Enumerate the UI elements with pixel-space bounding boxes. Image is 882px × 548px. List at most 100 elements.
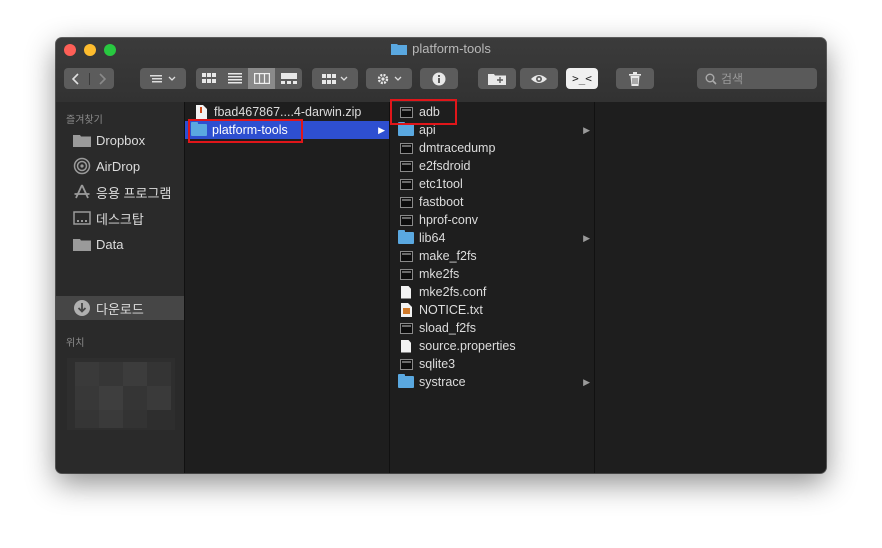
- document-icon: [398, 285, 414, 299]
- list-item[interactable]: mke2fs: [390, 265, 594, 283]
- sidebar-item-label: 데스크탑: [96, 211, 144, 227]
- list-item[interactable]: sload_f2fs: [390, 319, 594, 337]
- disclosure-arrow-icon: ▶: [583, 376, 590, 387]
- search-placeholder: 검색: [721, 72, 744, 86]
- trash-icon: [629, 71, 641, 86]
- file-name: mke2fs.conf: [419, 285, 487, 299]
- executable-icon: [398, 177, 414, 191]
- list-item[interactable]: etc1tool: [390, 175, 594, 193]
- file-name: fastboot: [419, 195, 464, 209]
- list-item[interactable]: hprof-conv: [390, 211, 594, 229]
- forward-button[interactable]: [90, 72, 115, 85]
- airdrop-icon: [72, 157, 92, 175]
- desktop-icon: [72, 209, 92, 227]
- redacted-locations: [67, 358, 175, 430]
- move-to-trash-button[interactable]: [616, 68, 654, 89]
- folder-icon: [398, 374, 414, 389]
- sidebar-item-dropbox[interactable]: Dropbox: [56, 128, 184, 152]
- list-icon: [228, 73, 242, 84]
- sidebar-item-data[interactable]: Data: [56, 232, 184, 256]
- terminal-button[interactable]: >_<: [566, 68, 598, 89]
- quick-look-button[interactable]: [520, 68, 558, 89]
- sidebar-item-applications[interactable]: 응용 프로그램: [56, 180, 184, 204]
- list-item[interactable]: lib64 ▶: [390, 229, 594, 247]
- list-item[interactable]: dmtracedump: [390, 139, 594, 157]
- window-title-text: platform-tools: [412, 41, 491, 56]
- executable-icon: [398, 321, 414, 335]
- sidebar-item-label: 응용 프로그램: [96, 185, 172, 201]
- window-title: platform-tools: [56, 41, 826, 59]
- list-item[interactable]: fastboot: [390, 193, 594, 211]
- locations-header: 위치: [66, 338, 85, 349]
- view-options-button[interactable]: [140, 68, 186, 89]
- executable-icon: [398, 249, 414, 263]
- list-item[interactable]: NOTICE.txt: [390, 301, 594, 319]
- folder-icon: [391, 42, 408, 59]
- eye-icon: [531, 74, 547, 83]
- download-icon: [72, 299, 92, 317]
- chevron-right-icon: [99, 72, 106, 85]
- chevron-left-icon: [72, 72, 79, 85]
- gallery-view-button[interactable]: [275, 68, 302, 89]
- sidebar-item-label: Dropbox: [96, 132, 146, 148]
- text-file-icon: [398, 303, 414, 317]
- list-item[interactable]: make_f2fs: [390, 247, 594, 265]
- sidebar-item-desktop[interactable]: 데스크탑: [56, 206, 184, 230]
- file-name: hprof-conv: [419, 213, 479, 227]
- file-name: NOTICE.txt: [419, 303, 483, 317]
- favorites-header: 즐겨찾기: [66, 115, 103, 126]
- columns-icon: [253, 73, 270, 84]
- highlight-box-platform-tools: [188, 119, 303, 143]
- terminal-icon: >_<: [572, 72, 592, 85]
- file-name: fbad467867....4-darwin.zip: [214, 105, 362, 119]
- folder-icon: [398, 122, 414, 137]
- title-bar: platform-tools >_< 검색: [56, 38, 826, 103]
- list-item[interactable]: systrace ▶: [390, 373, 594, 391]
- executable-icon: [398, 159, 414, 173]
- list-item[interactable]: e2fsdroid: [390, 157, 594, 175]
- file-name: make_f2fs: [419, 249, 477, 263]
- file-name: systrace: [419, 375, 466, 389]
- file-name: sqlite3: [419, 357, 456, 371]
- folder-icon: [72, 235, 92, 253]
- highlight-box-adb: [390, 99, 457, 125]
- get-info-button[interactable]: [420, 68, 458, 89]
- info-icon: [432, 72, 446, 85]
- search-field[interactable]: 검색: [697, 68, 817, 89]
- file-name: dmtracedump: [419, 141, 496, 155]
- sidebar-item-downloads[interactable]: 다운로드: [56, 296, 184, 320]
- action-button[interactable]: [366, 68, 412, 89]
- list-item[interactable]: mke2fs.conf: [390, 283, 594, 301]
- column-platform-tools: adb api ▶ dmtracedump e2fsdroid etc1tool …: [390, 102, 595, 473]
- file-name: e2fsdroid: [419, 159, 471, 173]
- executable-icon: [398, 195, 414, 209]
- back-button[interactable]: [64, 72, 90, 85]
- grid-icon: [202, 73, 216, 83]
- file-name: source.properties: [419, 339, 516, 353]
- gallery-icon: [280, 73, 297, 84]
- zip-file-icon: [193, 105, 209, 119]
- disclosure-arrow-icon: ▶: [583, 124, 590, 135]
- gear-icon: [377, 73, 402, 84]
- file-name: sload_f2fs: [419, 321, 476, 335]
- column-view-button[interactable]: [248, 68, 275, 89]
- disclosure-arrow-icon: ▶: [378, 124, 385, 135]
- list-item[interactable]: source.properties: [390, 337, 594, 355]
- new-folder-icon: [488, 74, 506, 85]
- view-mode-segment: [196, 68, 302, 89]
- group-icon: [322, 73, 348, 84]
- list-item[interactable]: sqlite3: [390, 355, 594, 373]
- sidebar-item-label: AirDrop: [96, 158, 141, 174]
- column-empty: [595, 102, 826, 473]
- executable-icon: [398, 357, 414, 371]
- file-name: lib64: [419, 231, 446, 245]
- list-view-button[interactable]: [222, 68, 248, 89]
- sidebar: 즐겨찾기 Dropbox AirDrop 응용 프로그램 데스크탑 Data 다…: [56, 102, 185, 473]
- new-folder-button[interactable]: [478, 68, 516, 89]
- applications-icon: [72, 183, 92, 201]
- folder-icon: [72, 131, 92, 149]
- group-by-button[interactable]: [312, 68, 358, 89]
- sidebar-item-airdrop[interactable]: AirDrop: [56, 154, 184, 178]
- icon-view-button[interactable]: [196, 68, 222, 89]
- sidebar-item-label: 다운로드: [96, 301, 144, 317]
